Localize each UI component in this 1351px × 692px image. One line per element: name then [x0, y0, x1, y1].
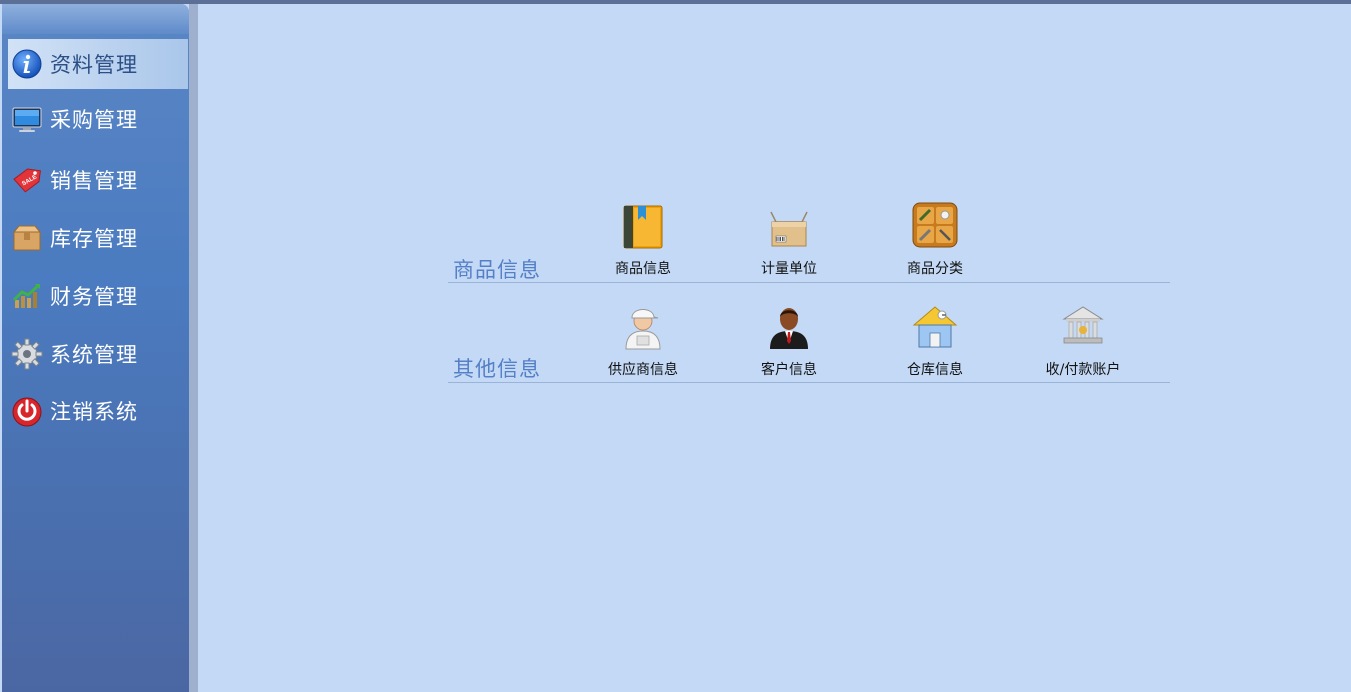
tile-label: 仓库信息: [907, 362, 963, 378]
sidebar-item-logout[interactable]: 注销系统: [8, 386, 188, 436]
power-icon: [12, 397, 42, 427]
sidebar-item-label: 库存管理: [50, 227, 138, 251]
supplier-worker-icon: [625, 309, 661, 350]
sidebar-splitter[interactable]: [189, 4, 198, 692]
tile-supplier-info[interactable]: 供应商信息: [588, 301, 698, 379]
sale-tag-icon: SALE: [13, 168, 41, 193]
sidebar-item-finance-management[interactable]: 财务管理: [8, 271, 188, 321]
section-title-other-info: 其他信息: [453, 357, 541, 381]
tile-label: 计量单位: [761, 261, 817, 277]
sidebar-item-label: 采购管理: [50, 108, 138, 132]
customer-person-icon: [770, 308, 808, 349]
tile-goods-category[interactable]: 商品分类: [880, 200, 990, 278]
sidebar-item-label: 系统管理: [50, 343, 138, 367]
sidebar-item-label: 销售管理: [50, 169, 138, 193]
sidebar-item-label: 注销系统: [50, 400, 138, 424]
sidebar-item-label: 财务管理: [50, 285, 138, 309]
tile-receipt-payment-account[interactable]: 收/付款账户: [1028, 301, 1138, 379]
tile-goods-info[interactable]: 商品信息: [588, 200, 698, 278]
section-divider: [448, 282, 1170, 283]
tile-warehouse-info[interactable]: 仓库信息: [880, 301, 990, 379]
section-divider: [448, 382, 1170, 383]
box-icon: [12, 225, 42, 251]
section-title-goods-info: 商品信息: [453, 258, 541, 282]
info-icon: [12, 49, 42, 79]
sidebar-header: [2, 4, 189, 34]
barcode-box-icon: [770, 211, 808, 247]
warehouse-house-icon: [912, 306, 958, 348]
toolbox-icon: [912, 202, 958, 248]
sidebar-item-label: 资料管理: [50, 53, 138, 77]
tile-customer-info[interactable]: 客户信息: [734, 301, 844, 379]
tile-label: 收/付款账户: [1045, 362, 1121, 378]
gear-icon: [11, 338, 43, 370]
monitor-icon: [12, 107, 42, 132]
sidebar-item-system-management[interactable]: 系统管理: [8, 329, 188, 379]
tile-unit-of-measure[interactable]: 计量单位: [734, 200, 844, 278]
book-icon: [623, 205, 663, 249]
growth-chart-icon: [12, 283, 41, 308]
tile-label: 商品信息: [615, 261, 671, 277]
sidebar-item-sales-management[interactable]: SALE 销售管理: [8, 155, 188, 205]
tile-label: 客户信息: [761, 362, 817, 378]
bank-icon: [1062, 306, 1104, 344]
top-border: [0, 0, 1351, 4]
tile-label: 供应商信息: [608, 362, 678, 378]
tile-label: 商品分类: [907, 261, 963, 277]
sidebar-item-data-management[interactable]: 资料管理: [8, 39, 188, 89]
sidebar-item-purchase-management[interactable]: 采购管理: [8, 94, 188, 144]
sidebar-item-inventory-management[interactable]: 库存管理: [8, 213, 188, 263]
